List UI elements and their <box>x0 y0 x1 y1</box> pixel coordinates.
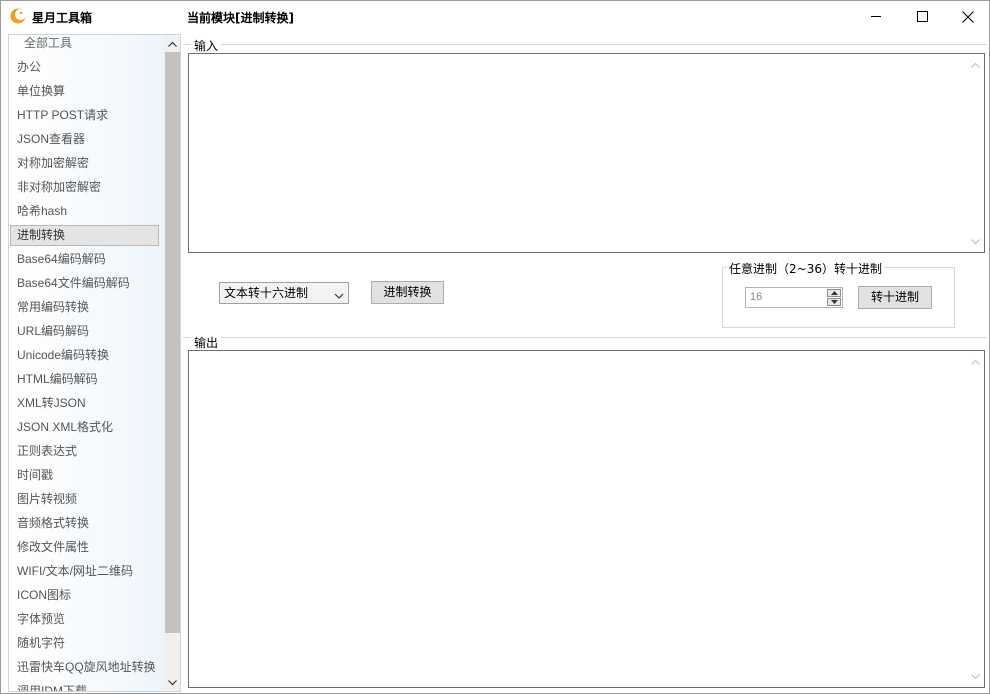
sidebar-item[interactable]: JSON XML格式化 <box>10 417 159 438</box>
conversion-type-select[interactable]: 文本转十六进制 <box>219 282 349 304</box>
radix-spinner[interactable]: 16 <box>745 287 843 308</box>
sidebar-item[interactable]: XML转JSON <box>10 393 159 414</box>
sidebar-item[interactable]: 正则表达式 <box>10 441 159 462</box>
sidebar-item[interactable]: 对称加密解密 <box>10 153 159 174</box>
maximize-icon <box>916 11 928 22</box>
tool-list: 全部工具办公单位换算 HTTP POST请求 JSON查看器 对称加密解密 非对称加密解… <box>9 35 162 691</box>
sidebar-item[interactable]: 进制转换 <box>10 225 159 246</box>
scroll-up-icon[interactable] <box>967 353 984 370</box>
app-logo-icon <box>10 8 26 24</box>
output-scrollbar[interactable] <box>967 351 984 687</box>
app-window: 星月工具箱 当前模块[进制转换] 全部工具办公单位换算 HTTP POST请求 JS… <box>0 0 990 694</box>
current-module-title: 当前模块[进制转换] <box>187 11 294 25</box>
input-textarea[interactable] <box>188 53 985 253</box>
scroll-down-icon[interactable] <box>164 674 180 691</box>
sidebar-scrollbar[interactable] <box>164 35 180 691</box>
sidebar-item[interactable]: 迅雷快车QQ旋风地址转换 <box>10 657 159 678</box>
sidebar-item[interactable]: HTML编码解码 <box>10 369 159 390</box>
sidebar-item[interactable]: 时间戳 <box>10 465 159 486</box>
output-group-label: 输出 <box>191 334 222 351</box>
sidebar-item[interactable]: 修改文件属性 <box>10 537 159 558</box>
sidebar-item[interactable]: 调用IDM下载 <box>10 681 159 691</box>
app-title: 星月工具箱 <box>32 11 93 25</box>
sidebar-item[interactable]: Unicode编码转换 <box>10 345 159 366</box>
minimize-icon <box>870 16 881 17</box>
sidebar-item[interactable]: 非对称加密解密 <box>10 177 159 198</box>
input-scrollbar[interactable] <box>967 54 984 252</box>
sidebar-item[interactable]: 常用编码转换 <box>10 297 159 318</box>
tool-sidebar: 全部工具办公单位换算 HTTP POST请求 JSON查看器 对称加密解密 非对称加密解… <box>8 34 181 692</box>
sidebar-item[interactable]: 随机字符 <box>10 633 159 654</box>
output-textarea[interactable] <box>188 350 985 688</box>
sidebar-item[interactable]: 办公 <box>10 57 159 78</box>
close-icon <box>962 10 974 23</box>
sidebar-item[interactable]: Base64文件编码解码 <box>10 273 159 294</box>
sidebar-item[interactable]: 图片转视频 <box>10 489 159 510</box>
scroll-down-icon[interactable] <box>967 233 984 250</box>
spinner-down-icon[interactable] <box>827 298 841 306</box>
sidebar-item[interactable]: 单位换算 <box>10 81 159 102</box>
scroll-up-icon[interactable] <box>967 56 984 73</box>
sidebar-item[interactable]: Base64编码解码 <box>10 249 159 270</box>
sidebar-item[interactable]: 哈希hash <box>10 201 159 222</box>
sidebar-item[interactable]: JSON查看器 <box>10 129 159 150</box>
output-group-border <box>183 337 987 338</box>
sidebar-item[interactable]: 音频格式转换 <box>10 513 159 534</box>
conversion-type-value: 文本转十六进制 <box>224 286 309 300</box>
radix-group-label: 任意进制（2~36）转十进制 <box>727 260 884 277</box>
scroll-down-icon[interactable] <box>967 668 984 685</box>
radix-value: 16 <box>750 291 763 303</box>
spinner-up-icon[interactable] <box>827 289 841 297</box>
close-button[interactable] <box>945 1 990 32</box>
scroll-up-icon[interactable] <box>164 35 180 52</box>
input-group-label: 输入 <box>191 37 222 54</box>
sidebar-scroll-thumb[interactable] <box>165 52 180 633</box>
to-decimal-button[interactable]: 转十进制 <box>858 286 932 309</box>
sidebar-item[interactable]: ICON图标 <box>10 585 159 606</box>
convert-button[interactable]: 进制转换 <box>371 281 444 304</box>
sidebar-item[interactable]: HTTP POST请求 <box>10 105 159 126</box>
maximize-button[interactable] <box>899 1 945 32</box>
title-bar: 星月工具箱 当前模块[进制转换] <box>1 1 989 32</box>
chevron-down-icon <box>334 287 344 307</box>
minimize-button[interactable] <box>853 1 899 32</box>
sidebar-item[interactable]: URL编码解码 <box>10 321 159 342</box>
sidebar-item[interactable]: 字体预览 <box>10 609 159 630</box>
input-group-border <box>183 44 987 45</box>
sidebar-item-all-tools[interactable]: 全部工具 <box>10 35 159 54</box>
sidebar-item[interactable]: WIFI/文本/网址二维码 <box>10 561 159 582</box>
